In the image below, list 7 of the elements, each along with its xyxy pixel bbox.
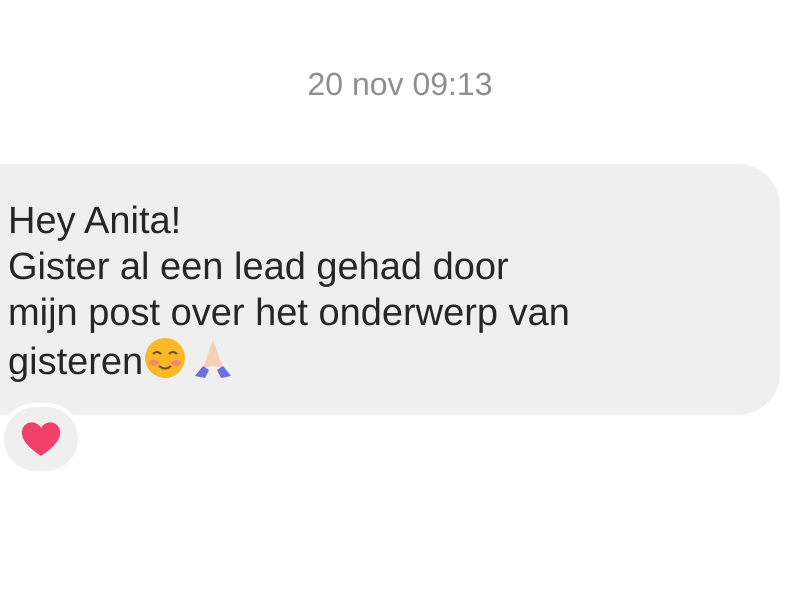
message-line: mijn post over het onderwerp van [8,292,570,334]
message-line: gisteren [8,341,144,383]
heart-icon [20,420,62,458]
smiling-face-icon [143,336,188,380]
timestamp: 20 nov 09:13 [307,65,493,104]
message-line: Gister al een lead gehad door [8,246,509,288]
message-line: Hey Anita! [8,200,182,242]
